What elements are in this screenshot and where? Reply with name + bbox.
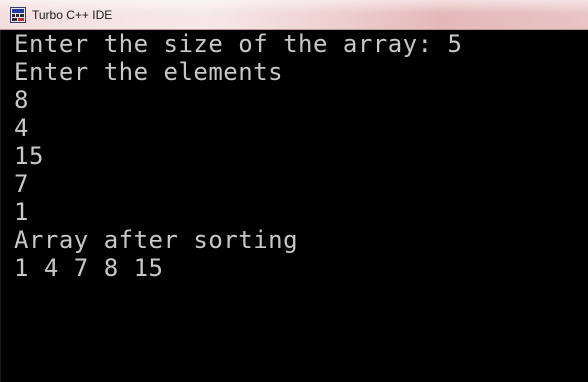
console-line: 1 (14, 198, 29, 226)
console-line: Array after sorting (14, 226, 299, 254)
console-line: 4 (14, 114, 29, 142)
console-window: Turbo C++ IDE Enter the size of the arra… (0, 0, 588, 382)
console-line: Enter the size of the array: 5 (14, 30, 463, 58)
console-output[interactable]: Enter the size of the array: 5 Enter the… (0, 30, 588, 382)
console-line: 8 (14, 86, 29, 114)
console-line: 7 (14, 170, 29, 198)
app-icon[interactable] (10, 7, 26, 23)
console-line: 1 4 7 8 15 (14, 254, 164, 282)
console-line: 15 (14, 142, 44, 170)
window-title: Turbo C++ IDE (32, 8, 113, 22)
console-line: Enter the elements (14, 58, 284, 86)
title-bar[interactable]: Turbo C++ IDE (0, 0, 588, 30)
